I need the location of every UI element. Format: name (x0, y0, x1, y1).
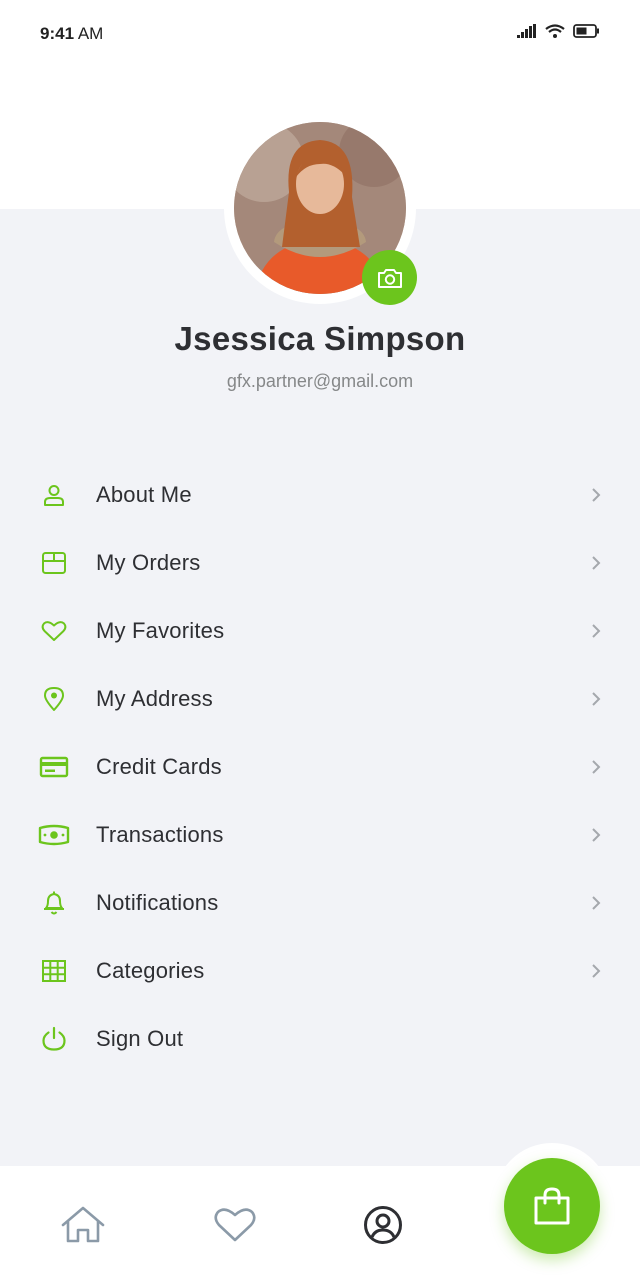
heart-icon (36, 613, 72, 649)
chevron-right-icon (588, 759, 604, 775)
status-bar: 9:41 AM (0, 0, 640, 70)
menu-item-transactions[interactable]: Transactions (0, 801, 640, 869)
credit-card-icon (36, 749, 72, 785)
location-pin-icon (36, 681, 72, 717)
profile-icon (364, 1206, 402, 1244)
menu-label: Notifications (96, 890, 219, 915)
status-icons (517, 24, 600, 38)
nav-home-button[interactable] (58, 1200, 108, 1250)
chevron-right-icon (588, 691, 604, 707)
chevron-right-icon (588, 555, 604, 571)
menu-label: My Favorites (96, 618, 225, 643)
menu-label: Credit Cards (96, 754, 222, 779)
menu-label: Categories (96, 958, 205, 983)
menu-item-credit-cards[interactable]: Credit Cards (0, 733, 640, 801)
menu-label: Transactions (96, 822, 224, 847)
bell-icon (36, 885, 72, 921)
nav-favorites-button[interactable] (210, 1200, 260, 1250)
box-icon (36, 545, 72, 581)
money-icon (36, 817, 72, 853)
camera-icon (377, 268, 402, 288)
profile-name: Jsessica Simpson (174, 320, 466, 357)
menu-item-sign-out[interactable]: Sign Out (0, 1005, 640, 1073)
menu-item-my-orders[interactable]: My Orders (0, 529, 640, 597)
menu-label: My Address (96, 686, 213, 711)
power-icon (36, 1021, 72, 1057)
wifi-icon (545, 24, 565, 38)
signal-icon (517, 24, 536, 38)
change-photo-button[interactable] (362, 250, 417, 305)
status-time: 9:41 AM (40, 24, 104, 43)
profile-email: gfx.partner@gmail.com (226, 371, 414, 391)
nav-profile-button[interactable] (358, 1200, 408, 1250)
chevron-right-icon (588, 623, 604, 639)
menu-label: My Orders (96, 550, 201, 575)
user-icon (36, 477, 72, 513)
shopping-bag-icon (534, 1187, 570, 1225)
menu-item-my-favorites[interactable]: My Favorites (0, 597, 640, 665)
menu-item-my-address[interactable]: My Address (0, 665, 640, 733)
menu-label: Sign Out (96, 1026, 184, 1051)
chevron-right-icon (588, 895, 604, 911)
cart-button[interactable] (504, 1158, 600, 1254)
chevron-right-icon (588, 827, 604, 843)
chevron-right-icon (588, 487, 604, 503)
chevron-right-icon (588, 963, 604, 979)
battery-icon (573, 24, 599, 38)
menu-item-categories[interactable]: Categories (0, 937, 640, 1005)
menu-item-about-me[interactable]: About Me (0, 461, 640, 529)
menu-label: About Me (96, 482, 192, 507)
home-icon (61, 1206, 105, 1243)
menu-item-notifications[interactable]: Notifications (0, 869, 640, 937)
heart-icon (214, 1208, 256, 1242)
grid-icon (36, 953, 72, 989)
profile-menu: About Me My Orders My Favorites My Addre… (0, 461, 640, 1073)
